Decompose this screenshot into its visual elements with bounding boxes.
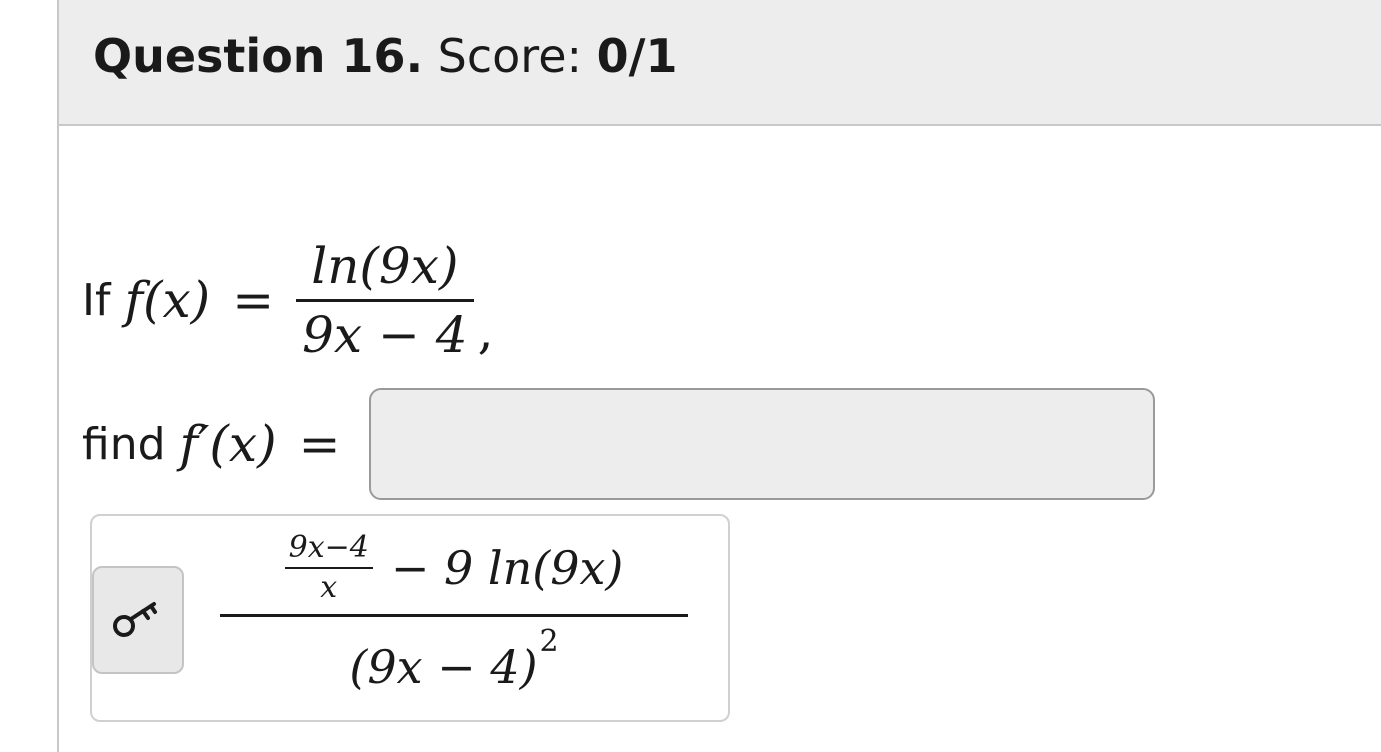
- preview-numerator: 9x−4 x − 9 ln(9x): [284, 522, 624, 614]
- inner-numerator: 9x−4: [288, 530, 369, 565]
- equals-sign-2: =: [298, 415, 341, 473]
- inner-fraction: 9x−4 x: [284, 529, 373, 607]
- show-answer-button[interactable]: [92, 566, 184, 674]
- fraction-numerator: ln(9x): [311, 236, 459, 295]
- equals-sign: =: [232, 271, 275, 329]
- comma: ,: [477, 302, 494, 360]
- answer-input[interactable]: [368, 388, 1155, 500]
- preview-denominator: (9x − 4) 2: [349, 617, 558, 717]
- find-word: find: [82, 418, 166, 470]
- derivative-lhs: f′(x): [179, 415, 277, 473]
- score-value: 0/1: [596, 29, 678, 83]
- find-derivative-row: find f′(x) =: [82, 384, 1155, 504]
- inner-denominator: x: [320, 570, 338, 605]
- function-fraction: ln(9x) 9x − 4: [296, 233, 474, 368]
- header-text: Question 16. Score: 0/1: [93, 28, 677, 84]
- denominator-base: (9x − 4): [349, 640, 538, 694]
- question-page: Question 16. Score: 0/1 If f(x) = ln(9x)…: [0, 0, 1381, 752]
- score-label: Score:: [437, 29, 583, 83]
- fraction-denominator: 9x − 4: [302, 305, 468, 364]
- denominator-exponent: 2: [539, 623, 559, 659]
- answer-preview: 9x−4 x − 9 ln(9x) (9x − 4) 2: [90, 514, 730, 722]
- preview-expression: 9x−4 x − 9 ln(9x) (9x − 4) 2: [220, 522, 688, 717]
- if-word: If: [82, 274, 111, 326]
- question-label: Question 16.: [93, 29, 424, 83]
- question-header: Question 16. Score: 0/1: [59, 0, 1381, 126]
- key-icon: [113, 602, 157, 637]
- minus-log-term: − 9 ln(9x): [390, 541, 624, 595]
- problem-statement: If f(x) = ln(9x) 9x − 4 ,: [82, 220, 494, 380]
- function-lhs: f(x): [124, 271, 211, 329]
